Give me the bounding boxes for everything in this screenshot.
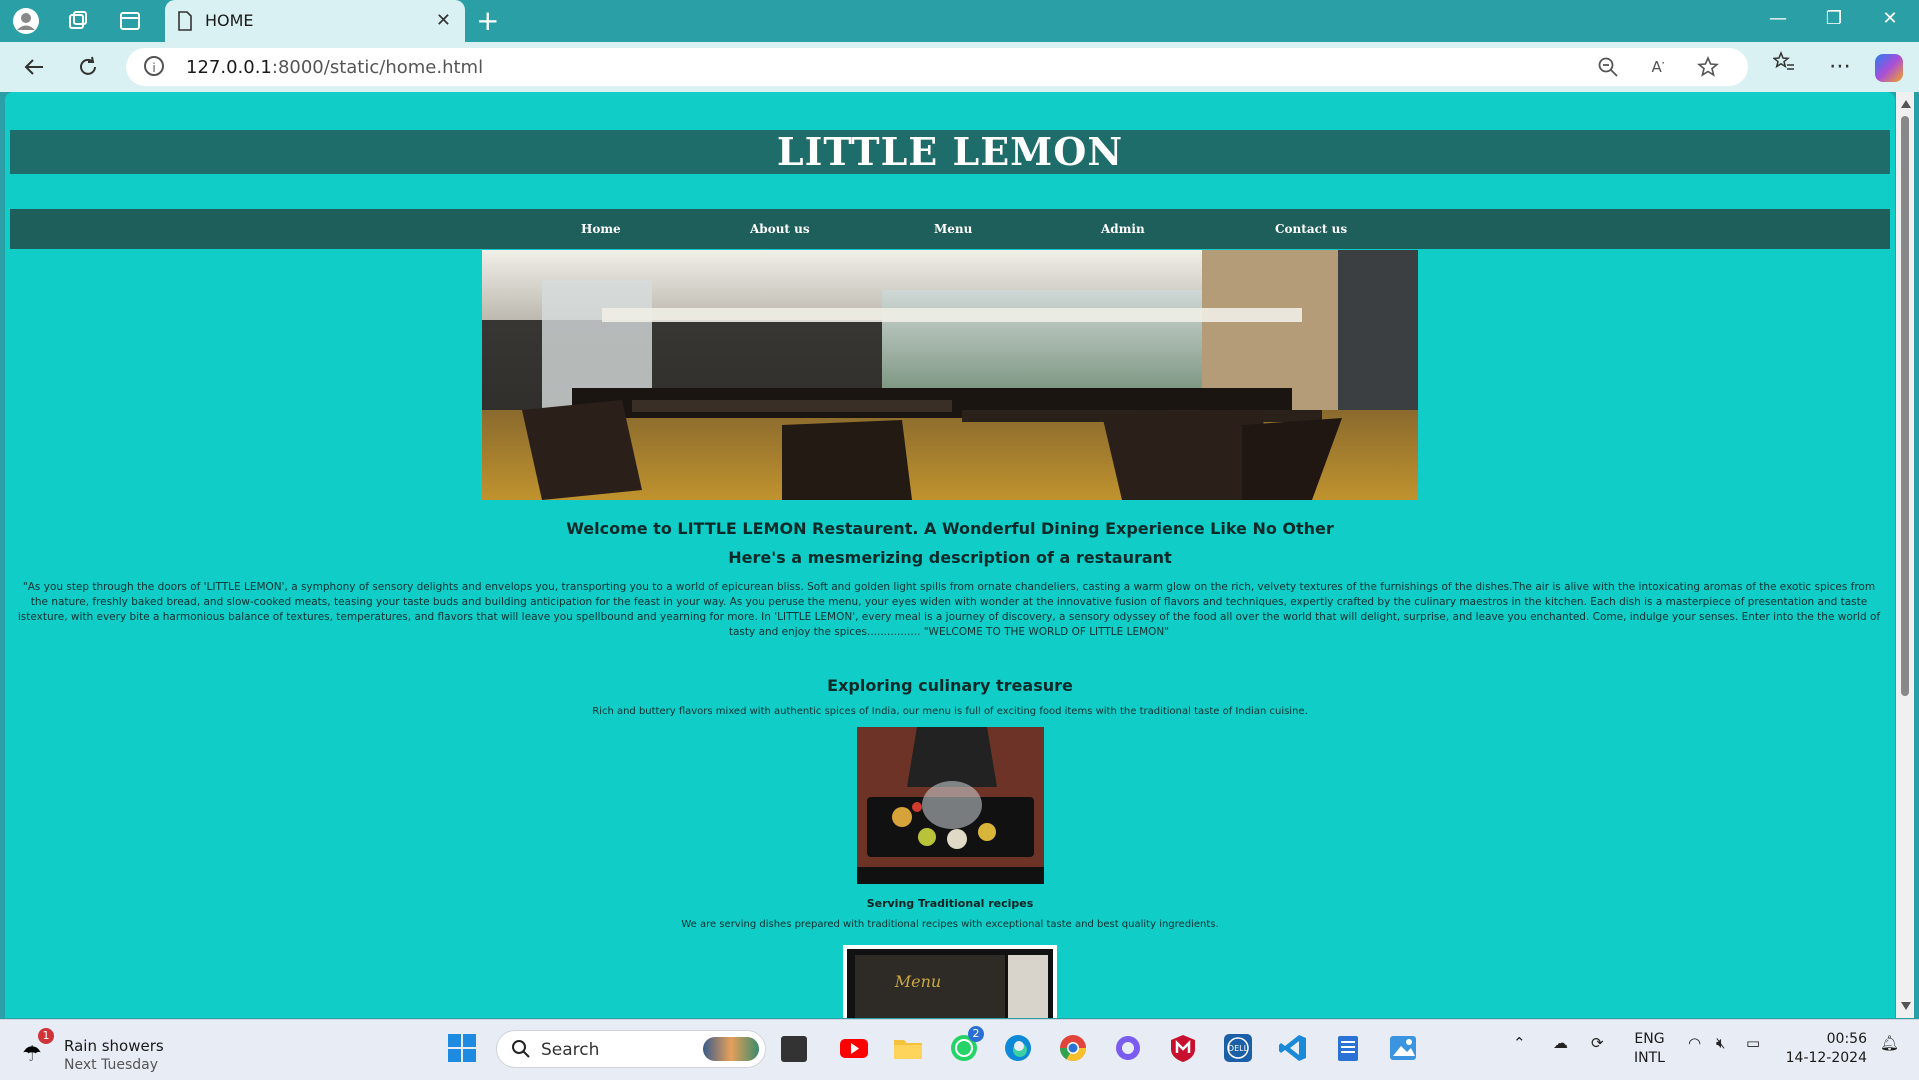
food-platter-image bbox=[857, 727, 1044, 884]
weather-badge: 1 bbox=[38, 1028, 54, 1044]
menu-image-label: Menu bbox=[894, 972, 941, 991]
profile-icon[interactable] bbox=[10, 5, 42, 37]
onedrive-icon[interactable]: ☁ bbox=[1553, 1034, 1568, 1052]
section-text: Rich and buttery flavors mixed with auth… bbox=[592, 706, 1308, 717]
close-tab-icon[interactable]: ✕ bbox=[436, 10, 451, 31]
battery-icon[interactable]: ▭ bbox=[1746, 1034, 1760, 1052]
page-viewport: LITTLE LEMON Home About us Menu Admin Co… bbox=[5, 92, 1895, 1018]
taskbar-search[interactable]: Search bbox=[496, 1030, 766, 1068]
copilot-icon[interactable] bbox=[1875, 54, 1903, 82]
windows-taskbar: ☂ 1 Rain showers Next Tuesday Search 2 D… bbox=[0, 1019, 1919, 1080]
notepad-icon[interactable] bbox=[1332, 1032, 1364, 1064]
search-icon bbox=[511, 1039, 531, 1064]
weather-day: Next Tuesday bbox=[64, 1057, 159, 1073]
site-info-icon[interactable]: i bbox=[144, 56, 164, 76]
nav-about-us[interactable]: About us bbox=[750, 209, 810, 249]
youtube-icon[interactable] bbox=[838, 1032, 870, 1064]
more-options-icon[interactable]: ⋯ bbox=[1824, 51, 1856, 83]
browser-toolbar: i 127.0.0.1:8000/static/home.html Aꞏ ⋯ bbox=[0, 42, 1919, 92]
zoom-out-icon[interactable] bbox=[1596, 56, 1620, 80]
serving-text: We are serving dishes prepared with trad… bbox=[681, 919, 1219, 930]
weather-condition: Rain showers bbox=[64, 1037, 164, 1055]
page-scrollbar[interactable] bbox=[1896, 92, 1914, 1018]
language-indicator[interactable]: ENG INTL bbox=[1634, 1030, 1665, 1068]
restaurant-interior-image bbox=[482, 250, 1418, 500]
chrome-icon[interactable] bbox=[1057, 1032, 1089, 1064]
show-hidden-icons[interactable]: ⌃ bbox=[1513, 1034, 1526, 1052]
file-explorer-icon[interactable] bbox=[892, 1032, 924, 1064]
main-nav: Home About us Menu Admin Contact us bbox=[10, 209, 1890, 249]
mcafee-icon[interactable] bbox=[1167, 1032, 1199, 1064]
umbrella-icon: ☂ bbox=[22, 1042, 42, 1067]
section-title: Exploring culinary treasure bbox=[827, 676, 1073, 695]
serving-title: Serving Traditional recipes bbox=[866, 897, 1034, 910]
welcome-heading: Welcome to LITTLE LEMON Restaurent. A Wo… bbox=[566, 519, 1334, 538]
restore-button[interactable]: ❐ bbox=[1806, 8, 1862, 36]
search-highlight-icon bbox=[703, 1037, 759, 1061]
search-label: Search bbox=[541, 1040, 600, 1060]
sync-icon[interactable]: ⟳ bbox=[1591, 1034, 1604, 1052]
wifi-icon[interactable]: ◠ bbox=[1688, 1034, 1701, 1052]
restaurant-description: "As you step through the doors of 'LITTL… bbox=[17, 581, 1881, 638]
back-icon[interactable] bbox=[18, 51, 50, 83]
whatsapp-icon[interactable]: 2 bbox=[948, 1026, 984, 1064]
task-view-icon[interactable] bbox=[781, 1036, 807, 1062]
page-icon bbox=[177, 11, 193, 35]
dell-icon[interactable]: DELL bbox=[1222, 1032, 1254, 1064]
photos-icon[interactable] bbox=[1387, 1032, 1419, 1064]
nav-contact-us[interactable]: Contact us bbox=[1275, 209, 1347, 249]
workspaces-icon[interactable] bbox=[62, 5, 94, 37]
copilot-taskbar-icon[interactable] bbox=[1112, 1032, 1144, 1064]
nav-admin[interactable]: Admin bbox=[1101, 209, 1145, 249]
close-window-button[interactable]: ✕ bbox=[1862, 8, 1918, 36]
refresh-icon[interactable] bbox=[72, 51, 104, 83]
start-icon[interactable] bbox=[446, 1032, 478, 1064]
nav-menu[interactable]: Menu bbox=[934, 209, 972, 249]
minimize-button[interactable]: — bbox=[1750, 8, 1806, 36]
system-clock[interactable]: 00:56 14-12-2024 bbox=[1786, 1030, 1867, 1068]
vertical-tabs-icon[interactable] bbox=[114, 5, 146, 37]
whatsapp-badge: 2 bbox=[968, 1026, 984, 1042]
browser-titlebar: HOME ✕ + — ❐ ✕ bbox=[0, 0, 1919, 42]
notifications-icon[interactable]: 🔔︎ bbox=[1880, 1034, 1899, 1052]
description-heading: Here's a mesmerizing description of a re… bbox=[728, 548, 1172, 567]
svg-text:DELL: DELL bbox=[1228, 1044, 1249, 1053]
edge-icon[interactable] bbox=[1002, 1032, 1034, 1064]
favorite-star-icon[interactable] bbox=[1696, 55, 1720, 80]
new-tab-button[interactable]: + bbox=[476, 6, 499, 36]
nav-home[interactable]: Home bbox=[581, 209, 621, 249]
favorites-icon[interactable] bbox=[1768, 50, 1800, 83]
speaker-muted-icon[interactable]: 🔇︎ bbox=[1716, 1034, 1725, 1052]
url-text[interactable]: 127.0.0.1:8000/static/home.html bbox=[186, 57, 483, 78]
site-header: LITTLE LEMON bbox=[10, 130, 1890, 174]
address-bar[interactable]: i 127.0.0.1:8000/static/home.html Aꞏ bbox=[126, 48, 1748, 86]
vscode-icon[interactable] bbox=[1277, 1032, 1309, 1064]
site-title: LITTLE LEMON bbox=[776, 129, 1124, 174]
tab-title: HOME bbox=[205, 11, 254, 30]
tab-home[interactable]: HOME ✕ bbox=[165, 0, 465, 42]
menu-book-image: Menu bbox=[843, 945, 1057, 1018]
read-aloud-icon[interactable]: Aꞏ bbox=[1646, 56, 1670, 80]
